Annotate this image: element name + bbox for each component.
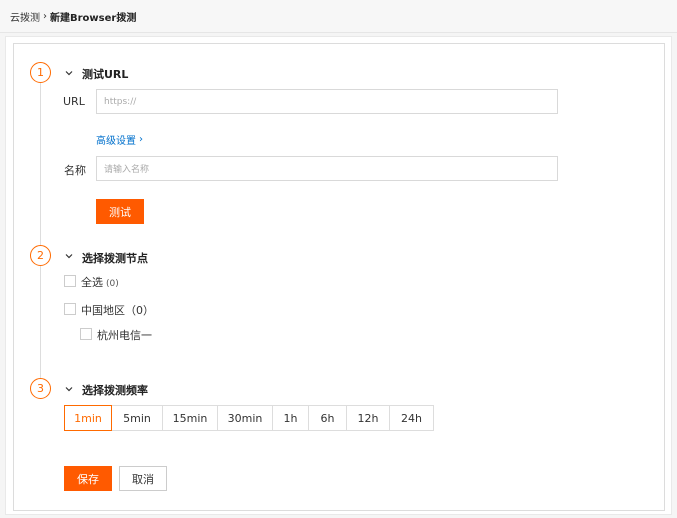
name-placeholder: 请输入名称 (104, 165, 150, 175)
frequency-option-6h[interactable]: 6h (308, 405, 347, 431)
name-label: 名称 (64, 164, 86, 177)
url-placeholder: https:// (104, 96, 137, 107)
step-1-title: 测试URL (82, 68, 129, 81)
advanced-settings-label: 高级设置 (96, 136, 136, 147)
save-button[interactable]: 保存 (64, 466, 112, 491)
select-all-checkbox[interactable] (64, 275, 76, 287)
name-input[interactable]: 请输入名称 (96, 156, 558, 181)
frequency-option-15min[interactable]: 15min (162, 405, 218, 431)
top-bar: 云拨测 › 新建Browser拨测 (0, 0, 677, 33)
frequency-option-5min[interactable]: 5min (111, 405, 163, 431)
step-1-badge: 1 (30, 62, 51, 83)
cancel-button[interactable]: 取消 (119, 466, 167, 491)
step-3-badge: 3 (30, 378, 51, 399)
breadcrumb: 云拨测 › 新建Browser拨测 (10, 9, 136, 24)
node-checkbox[interactable] (80, 328, 92, 340)
test-button[interactable]: 测试 (96, 199, 144, 224)
frequency-option-24h[interactable]: 24h (389, 405, 434, 431)
frequency-selector: 1min 5min 15min 30min 1h 6h 12h 24h (64, 405, 434, 431)
frequency-option-1min[interactable]: 1min (64, 405, 112, 431)
step-2-badge: 2 (30, 245, 51, 266)
chevron-down-icon[interactable] (65, 69, 73, 77)
breadcrumb-root[interactable]: 云拨测 (10, 9, 40, 24)
breadcrumb-separator-icon: › (43, 11, 47, 22)
url-label: URL (63, 95, 85, 108)
frequency-option-1h[interactable]: 1h (272, 405, 309, 431)
region-label[interactable]: 中国地区（0） (81, 302, 154, 318)
select-all-label[interactable]: 全选 (0) (81, 274, 119, 290)
frequency-option-30min[interactable]: 30min (217, 405, 273, 431)
chevron-down-icon[interactable] (65, 252, 73, 260)
region-checkbox[interactable] (64, 303, 76, 315)
step-connector-line (40, 83, 41, 245)
step-connector-line (40, 265, 41, 378)
select-all-text: 全选 (81, 276, 103, 289)
select-all-count: (0) (106, 279, 119, 289)
chevron-down-icon[interactable] (65, 385, 73, 393)
node-label[interactable]: 杭州电信一 (97, 327, 152, 343)
step-3-title: 选择拨测频率 (82, 384, 148, 397)
frequency-option-12h[interactable]: 12h (346, 405, 390, 431)
url-input[interactable]: https:// (96, 89, 558, 114)
advanced-settings-link[interactable]: 高级设置 › (96, 132, 143, 147)
step-2-title: 选择拨测节点 (82, 252, 148, 265)
page-title: 新建Browser拨测 (50, 13, 137, 24)
chevron-right-icon: › (139, 134, 143, 145)
